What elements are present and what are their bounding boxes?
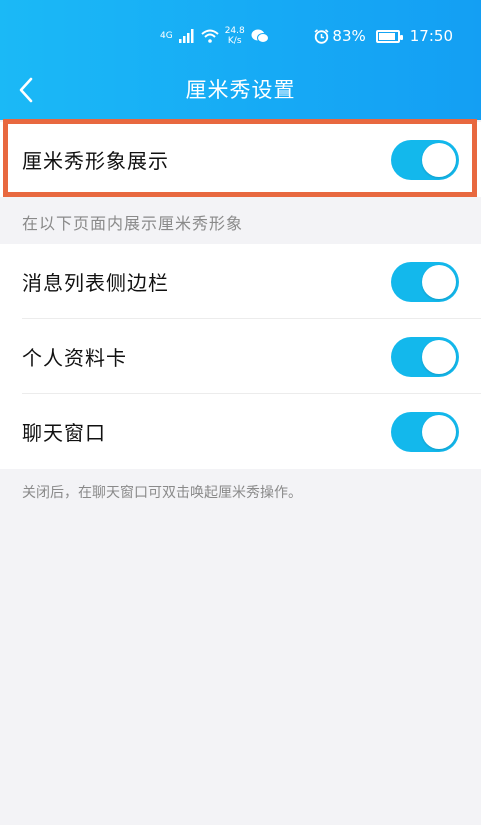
status-time: 17:50	[409, 27, 453, 45]
network-type: 4G	[160, 30, 173, 41]
footer-note: 关闭后，在聊天窗口可双击唤起厘米秀操作。	[22, 485, 302, 501]
wechat-icon	[251, 29, 269, 43]
settings-label-sidebar: 消息列表侧边栏	[22, 271, 169, 295]
settings-row-chat-window: 聊天窗口	[0, 394, 481, 469]
app-root: 4G 24.8 K/s 83% 17:50 厘米秀设置 厘米秀形象展示 在以下页…	[0, 0, 481, 825]
net-speed-unit: K/s	[227, 36, 242, 46]
main-toggle-row: 厘米秀形象展示	[0, 122, 481, 197]
settings-row-sidebar: 消息列表侧边栏	[0, 244, 481, 319]
section-note: 在以下页面内展示厘米秀形象	[22, 214, 244, 233]
toggle-knob	[422, 264, 456, 299]
alarm-battery: 83%	[314, 27, 366, 45]
page-title: 厘米秀设置	[185, 78, 296, 102]
status-center: 4G 24.8 K/s	[160, 20, 269, 52]
battery-icon	[375, 29, 403, 43]
toggle-knob	[422, 339, 456, 374]
wifi-icon	[201, 29, 219, 43]
toggle-knob	[422, 414, 456, 449]
main-toggle-card: 厘米秀形象展示	[0, 122, 481, 197]
toggle-sidebar[interactable]	[391, 261, 459, 302]
battery-percent: 83%	[332, 27, 366, 45]
status-right: 83% 17:50	[314, 20, 453, 52]
net-speed-value: 24.8	[224, 26, 245, 36]
net-speed: 24.8 K/s	[225, 26, 245, 46]
toggle-knob	[422, 142, 456, 177]
settings-list: 消息列表侧边栏 个人资料卡 聊天窗口	[0, 244, 481, 469]
settings-label-profile-card: 个人资料卡	[22, 346, 127, 370]
main-toggle-label: 厘米秀形象展示	[22, 149, 169, 173]
toggle-profile-card[interactable]	[391, 336, 459, 377]
main-toggle-switch[interactable]	[391, 139, 459, 180]
toggle-chat-window[interactable]	[391, 411, 459, 452]
settings-label-chat-window: 聊天窗口	[22, 421, 106, 445]
battery-level	[378, 32, 395, 40]
nav-bar: 厘米秀设置	[0, 64, 481, 116]
alarm-icon	[314, 28, 329, 44]
settings-row-profile-card: 个人资料卡	[0, 319, 481, 394]
signal-icon	[178, 29, 194, 43]
header: 4G 24.8 K/s 83% 17:50 厘米秀设置	[0, 0, 481, 120]
status-bar: 4G 24.8 K/s 83% 17:50	[0, 20, 481, 52]
